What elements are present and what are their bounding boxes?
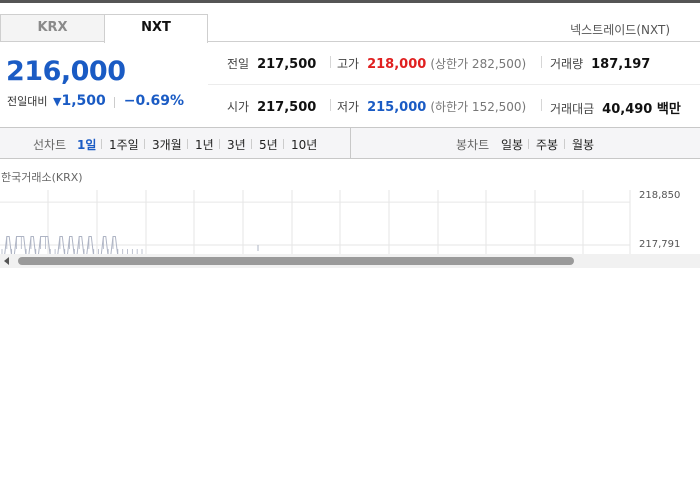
scroll-left-arrow-icon[interactable] [4,257,9,265]
divider [541,56,542,68]
divider [101,139,102,149]
change-label: 전일대비 [7,95,48,108]
tab-krx[interactable]: KRX [0,14,104,42]
divider [541,99,542,111]
stat-label: 고가 [337,57,360,71]
divider [144,139,145,149]
line-chart-caption: 선차트 [33,138,67,152]
period-3m[interactable]: 3개월 [152,136,182,153]
divider [528,139,529,149]
period-1w[interactable]: 1주일 [109,136,139,153]
stat-amount: 거래대금 40,490 백만 [550,98,681,117]
period-bar-divider [350,128,351,158]
divider [283,139,284,149]
stat-low: 저가 215,000 (하한가 152,500) [337,98,526,115]
change-value: 1,500 [61,93,106,109]
period-3y[interactable]: 3년 [227,136,246,153]
period-5y[interactable]: 5년 [259,136,278,153]
y-tick-label: 217,791 [639,239,681,250]
change-percent: −0.69% [123,93,185,109]
tab-underline [208,41,700,42]
chart-source-label: 한국거래소(KRX) [1,171,83,184]
stat-label: 거래대금 [550,102,595,116]
candle-chart-caption: 봉차트 [456,138,490,152]
stat-high: 고가 218,000 (상한가 282,500) [337,55,526,72]
top-border [0,0,700,3]
price-chart [0,190,700,254]
stat-value: 218,000 [367,57,427,72]
candle-monthly[interactable]: 월봉 [572,136,594,153]
price-chart-svg [0,190,631,254]
market-tabs: KRX NXT 넥스트레이드(NXT) [0,14,700,43]
period-1d[interactable]: 1일 [77,136,96,153]
stat-value: 215,000 [367,100,427,115]
divider [251,139,252,149]
provider-label: 넥스트레이드(NXT) [570,23,670,37]
chart-period-bar: 선차트 1일 1주일 3개월 1년 3년 5년 10년 봉차트 일봉 주봉 월봉 [0,127,700,159]
price-change-row: 전일대비 ▼1,500 −0.69% [7,93,184,109]
stat-label: 시가 [227,100,250,114]
divider [114,96,116,108]
stat-prev-close: 전일 217,500 [227,55,316,72]
stat-value: 217,500 [257,100,317,115]
period-10y[interactable]: 10년 [291,136,317,153]
period-1y[interactable]: 1년 [195,136,214,153]
stat-open: 시가 217,500 [227,98,316,115]
stat-label: 전일 [227,57,250,71]
stat-value: 187,197 [591,57,651,72]
upper-limit: (상한가 282,500) [430,57,527,71]
tab-nxt[interactable]: NXT [104,14,208,43]
divider [219,139,220,149]
lower-limit: (하한가 152,500) [430,100,527,114]
scroll-thumb[interactable] [18,257,574,265]
divider [187,139,188,149]
stat-value: 40,490 백만 [602,102,681,117]
stat-label: 거래량 [550,57,584,71]
stat-volume: 거래량 187,197 [550,55,650,72]
current-price: 216,000 [6,56,126,87]
stat-label: 저가 [337,100,360,114]
divider [330,56,331,68]
y-tick-label: 218,850 [639,190,681,201]
chart-scrollbar[interactable] [0,254,700,268]
stats-divider [208,84,700,85]
stat-value: 217,500 [257,57,317,72]
candle-weekly[interactable]: 주봉 [536,136,558,153]
candle-daily[interactable]: 일봉 [501,136,523,153]
divider [330,99,331,111]
divider [564,139,565,149]
